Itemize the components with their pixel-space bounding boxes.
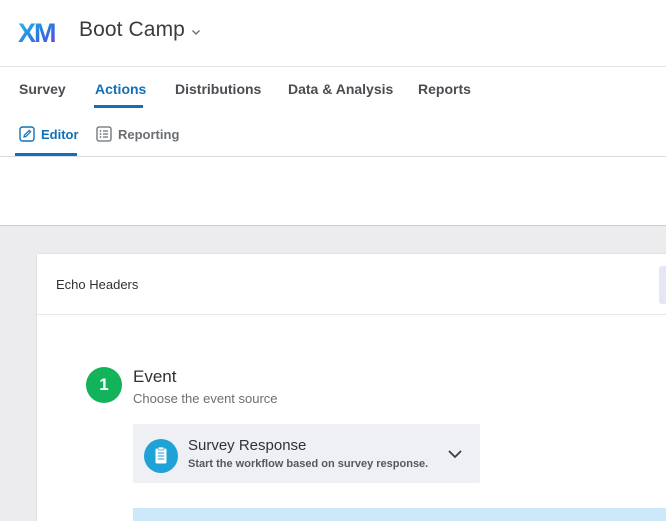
workflow-title[interactable]: Echo Headers xyxy=(56,277,138,292)
tab-reports[interactable]: Reports xyxy=(418,81,471,97)
workflow-card-header: Echo Headers xyxy=(37,254,666,315)
secondary-tabs: Editor Reporting xyxy=(0,108,666,157)
step-number-badge: 1 xyxy=(86,367,122,403)
toolbar-area xyxy=(0,157,666,226)
app-header: XM Boot Camp xyxy=(0,0,666,66)
xm-logo[interactable]: XM xyxy=(18,17,62,47)
header-action-button[interactable] xyxy=(659,266,666,304)
svg-text:XM: XM xyxy=(18,18,55,47)
step-subtitle: Choose the event source xyxy=(133,391,278,406)
event-icon-circle xyxy=(144,439,178,473)
list-icon xyxy=(96,126,112,142)
subtab-editor[interactable]: Editor xyxy=(41,127,79,142)
tab-distributions[interactable]: Distributions xyxy=(175,81,261,97)
tab-data-analysis[interactable]: Data & Analysis xyxy=(288,81,393,97)
chevron-down-icon[interactable] xyxy=(447,448,463,460)
event-source-selector[interactable]: Survey Response Start the workflow based… xyxy=(133,424,480,483)
event-title: Survey Response xyxy=(188,437,307,454)
event-description: Start the workflow based on survey respo… xyxy=(188,458,429,470)
tab-actions[interactable]: Actions xyxy=(95,81,146,97)
pencil-icon xyxy=(19,126,35,142)
next-step-panel[interactable] xyxy=(133,508,666,521)
primary-tabs: Survey Actions Distributions Data & Anal… xyxy=(0,66,666,110)
clipboard-icon xyxy=(155,446,167,464)
workflow-card: Echo Headers 1 Event Choose the event so… xyxy=(37,254,666,521)
chevron-down-icon[interactable] xyxy=(190,26,202,38)
step-title: Event xyxy=(133,367,177,386)
project-title[interactable]: Boot Camp xyxy=(79,18,185,42)
tab-survey[interactable]: Survey xyxy=(19,81,66,97)
subtab-reporting[interactable]: Reporting xyxy=(118,127,179,142)
active-subtab-indicator xyxy=(15,153,77,156)
